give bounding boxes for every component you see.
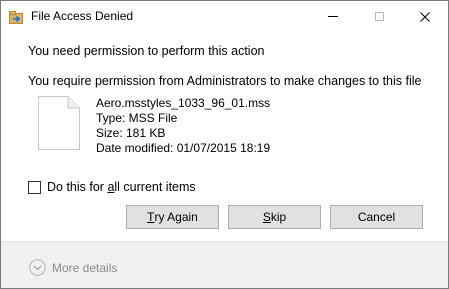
dialog-content: You need permission to perform this acti… xyxy=(1,32,448,241)
file-name: Aero.msstyles_1033_96_01.mss xyxy=(96,96,271,110)
minimize-icon xyxy=(328,16,338,17)
skip-button[interactable]: Skip xyxy=(228,205,321,229)
title-bar[interactable]: File Access Denied xyxy=(1,1,448,32)
chevron-down-circle-icon xyxy=(29,259,46,276)
file-details: Aero.msstyles_1033_96_01.mss Type: MSS F… xyxy=(96,96,270,156)
permission-heading: You need permission to perform this acti… xyxy=(28,44,265,58)
try-again-button[interactable]: Try Again xyxy=(126,205,219,229)
file-transfer-icon xyxy=(9,11,23,24)
try-again-label-part: ry Again xyxy=(154,210,198,224)
file-access-denied-dialog: File Access Denied You need permission t… xyxy=(0,0,449,289)
dialog-footer: More details xyxy=(1,241,448,288)
skip-label-part: kip xyxy=(270,210,287,224)
more-details-toggle[interactable]: More details xyxy=(29,259,117,276)
close-icon xyxy=(420,11,430,22)
permission-subheading: You require permission from Administrato… xyxy=(28,74,422,88)
file-size: Size: 181 KB xyxy=(96,126,166,140)
apply-to-all-label[interactable]: Do this for all current items xyxy=(47,180,196,194)
close-button[interactable] xyxy=(402,1,448,32)
window-title: File Access Denied xyxy=(31,9,134,23)
file-date-modified: Date modified: 01/07/2015 18:19 xyxy=(96,141,271,155)
maximize-icon xyxy=(374,12,384,21)
apply-to-all-label-part: ll current items xyxy=(114,180,196,194)
skip-label-accel: S xyxy=(262,210,271,224)
apply-to-all-label-part: Do this for xyxy=(47,180,108,194)
cancel-button[interactable]: Cancel xyxy=(330,205,423,229)
file-type: Type: MSS File xyxy=(96,111,178,125)
minimize-button[interactable] xyxy=(310,1,356,32)
more-details-label: More details xyxy=(52,260,118,275)
apply-to-all-checkbox[interactable] xyxy=(28,180,41,194)
apply-to-all-checkbox-row[interactable]: Do this for all current items xyxy=(28,180,196,194)
file-icon xyxy=(38,96,80,150)
try-again-label-accel: T xyxy=(147,210,155,224)
maximize-button[interactable] xyxy=(356,1,402,32)
button-row: Try Again Skip Cancel xyxy=(1,205,448,229)
